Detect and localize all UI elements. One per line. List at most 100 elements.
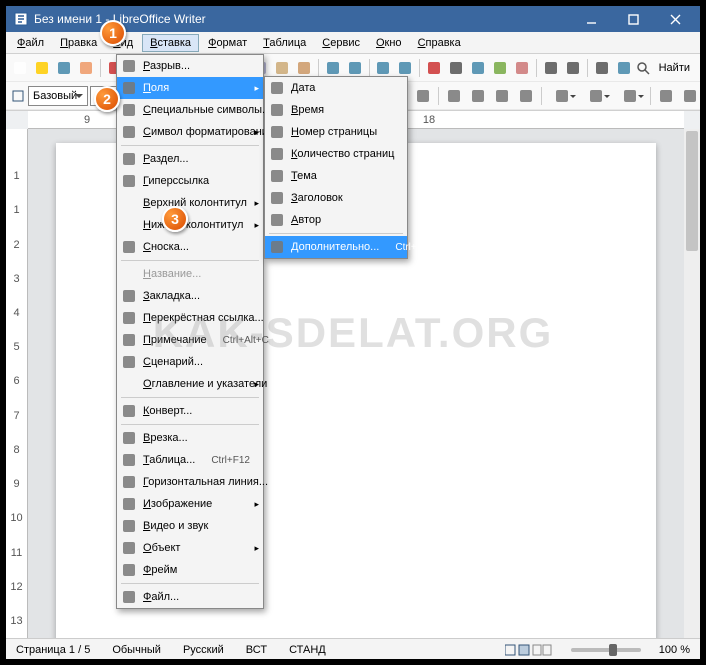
datasrc-button[interactable] [512, 57, 532, 79]
open-button[interactable] [32, 57, 52, 79]
statusbar: Страница 1 / 5 Обычный Русский ВСТ СТАНД… [6, 638, 700, 660]
menu-item-закладка[interactable]: Закладка... [117, 285, 263, 307]
ruler-tick: 8 [13, 433, 19, 467]
nav-button[interactable] [468, 57, 488, 79]
bg-color-button[interactable] [614, 85, 646, 107]
menu-item-видео-и-звук[interactable]: Видео и звук [117, 515, 263, 537]
status-style[interactable]: Обычный [108, 644, 165, 656]
menu-item-дополнительно[interactable]: Дополнительно...Ctrl+F2 [265, 236, 407, 258]
chart-button[interactable] [424, 57, 444, 79]
ruler-tick: 2 [13, 227, 19, 261]
zoom-value[interactable]: 100 % [655, 644, 694, 656]
menu-item-разрыв[interactable]: Разрыв... [117, 55, 263, 77]
help-button[interactable] [614, 57, 634, 79]
menu-item-номер-страницы[interactable]: Номер страницы [265, 121, 407, 143]
scrollbar-thumb[interactable] [686, 131, 698, 251]
menu-item-дата[interactable]: Дата [265, 77, 407, 99]
styles-button[interactable] [10, 85, 26, 107]
indent-more-button[interactable] [467, 85, 489, 107]
menu-item-время[interactable]: Время [265, 99, 407, 121]
menubar-item-правка[interactable]: Правка [53, 35, 104, 51]
list-num-button[interactable] [491, 85, 513, 107]
menu-item-label: Автор [291, 214, 321, 226]
mail-button[interactable] [76, 57, 96, 79]
menu-item-заголовок[interactable]: Заголовок [265, 187, 407, 209]
inc-font-button[interactable] [655, 85, 677, 107]
menubar-item-сервис[interactable]: Сервис [315, 35, 367, 51]
menu-item-раздел[interactable]: Раздел... [117, 148, 263, 170]
maximize-button[interactable] [616, 9, 650, 29]
close-button[interactable] [658, 9, 692, 29]
highlight-button[interactable] [580, 85, 612, 107]
menu-item-таблица[interactable]: Таблица...Ctrl+F12 [117, 449, 263, 471]
hyperlink-icon [121, 173, 137, 189]
minimize-button[interactable] [574, 9, 608, 29]
menu-item-label: Видео и звук [143, 520, 208, 532]
menubar-item-окно[interactable]: Окно [369, 35, 409, 51]
special-button[interactable] [563, 57, 583, 79]
zoom-slider[interactable] [571, 648, 641, 652]
menu-item-фрейм[interactable]: Фрейм [117, 559, 263, 581]
menu-item-label: Таблица... [143, 454, 195, 466]
table-icon [121, 452, 137, 468]
save-button[interactable] [54, 57, 74, 79]
menu-item-тема[interactable]: Тема [265, 165, 407, 187]
vertical-ruler[interactable]: 112345678910111213 [6, 129, 28, 638]
menu-item-автор[interactable]: Автор [265, 209, 407, 231]
menu-item-количество-страниц[interactable]: Количество страниц [265, 143, 407, 165]
menu-item-файл[interactable]: Файл... [117, 586, 263, 608]
menubar-item-вставка[interactable]: Вставка [142, 34, 199, 52]
menu-item-сноска[interactable]: Сноска... [117, 236, 263, 258]
paragraph-style-combo[interactable]: Базовый [28, 86, 88, 106]
status-page[interactable]: Страница 1 / 5 [12, 644, 94, 656]
vertical-scrollbar[interactable] [684, 129, 700, 638]
align-j-button[interactable] [412, 85, 434, 107]
view-layout-icons[interactable] [501, 644, 557, 656]
status-language[interactable]: Русский [179, 644, 228, 656]
special-char-icon [121, 102, 137, 118]
menu-item-конверт[interactable]: Конверт... [117, 400, 263, 422]
menu-item-изображение[interactable]: Изображение▸ [117, 493, 263, 515]
menu-item-верхний-колонтитул[interactable]: Верхний колонтитул▸ [117, 192, 263, 214]
menu-item-символ-форматирования[interactable]: Символ форматирования▸ [117, 121, 263, 143]
menubar-item-таблица[interactable]: Таблица [256, 35, 313, 51]
new-button[interactable] [10, 57, 30, 79]
pilcrow-button[interactable] [541, 57, 561, 79]
menu-item-специальные-символы[interactable]: Специальные символы... [117, 99, 263, 121]
status-selection-mode[interactable]: СТАНД [285, 644, 330, 656]
submenu-arrow-icon: ▸ [254, 220, 259, 231]
find-label[interactable]: Найти [653, 60, 696, 76]
date-icon [269, 80, 285, 96]
menubar-item-формат[interactable]: Формат [201, 35, 254, 51]
list-bul-button[interactable] [515, 85, 537, 107]
menubar-item-справка[interactable]: Справка [411, 35, 468, 51]
menu-item-горизонтальная-линия[interactable]: Горизонтальная линия... [117, 471, 263, 493]
zoom-slider-knob[interactable] [609, 644, 617, 656]
submenu-arrow-icon: ▸ [254, 127, 259, 138]
font-color-button[interactable] [546, 85, 578, 107]
menu-item-перекрёстная-ссылка[interactable]: Перекрёстная ссылка... [117, 307, 263, 329]
menubar-item-файл[interactable]: Файл [10, 35, 51, 51]
dec-font-button[interactable] [679, 85, 701, 107]
gallery-button[interactable] [490, 57, 510, 79]
menu-item-объект[interactable]: Объект▸ [117, 537, 263, 559]
ruler-tick: 1 [13, 159, 19, 193]
ruler-tick: 3 [13, 262, 19, 296]
find-replace-button[interactable] [446, 57, 466, 79]
indent-less-button[interactable] [443, 85, 465, 107]
menu-item-примечание[interactable]: ПримечаниеCtrl+Alt+C [117, 329, 263, 351]
ruler-tick: 12 [10, 570, 22, 604]
ruler-tick: 9 [68, 114, 106, 126]
zoom-button[interactable] [592, 57, 612, 79]
status-insert-mode[interactable]: ВСТ [242, 644, 271, 656]
menu-item-оглавление-и-указатели[interactable]: Оглавление и указатели▸ [117, 373, 263, 395]
menu-item-гиперссылка[interactable]: Гиперссылка [117, 170, 263, 192]
image-icon [121, 496, 137, 512]
menu-item-поля[interactable]: Поля▸ [117, 77, 263, 99]
menu-item-label: Название... [143, 268, 201, 280]
menu-item-сценарий[interactable]: Сценарий... [117, 351, 263, 373]
menu-item-label: Врезка... [143, 432, 188, 444]
menu-item-нижний-колонтитул[interactable]: Нижний колонтитул▸ [117, 214, 263, 236]
menu-item-врезка[interactable]: Врезка... [117, 427, 263, 449]
pagenum-icon [269, 124, 285, 140]
